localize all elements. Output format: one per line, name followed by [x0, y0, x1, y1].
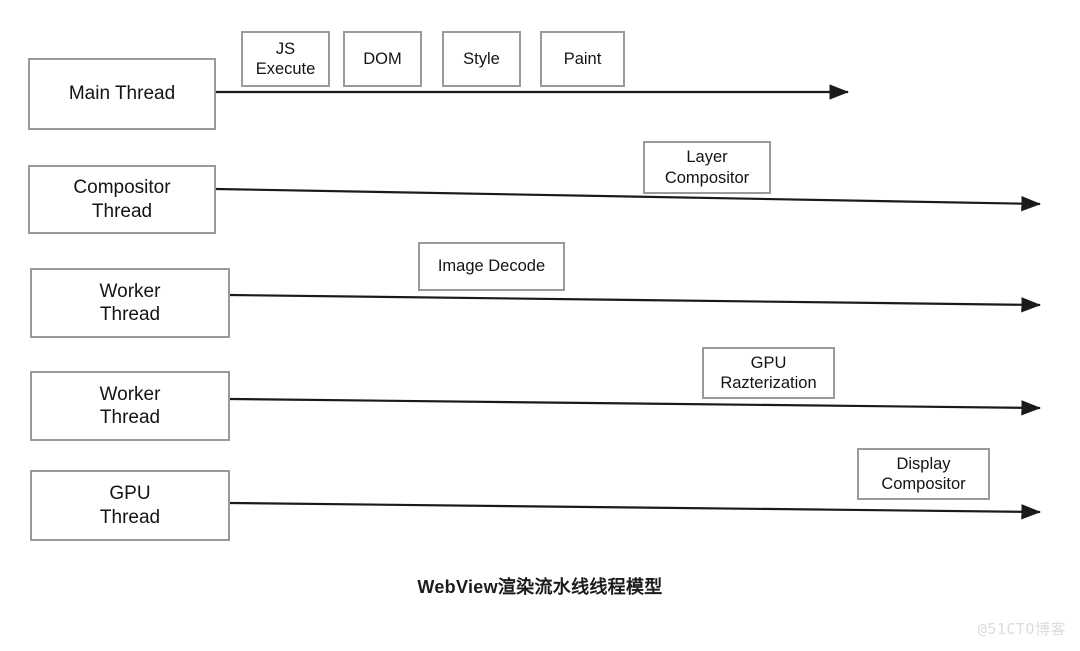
timeline-arrow-gpu-thread — [229, 501, 1042, 520]
thread-box-worker-thread-1: Worker Thread — [30, 268, 230, 338]
timeline-arrow-compositor-thread — [215, 187, 1042, 212]
thread-box-gpu-thread: GPU Thread — [30, 470, 230, 541]
thread-box-worker-thread-1-label: Worker Thread — [99, 280, 161, 325]
task-box-layer-compositor: Layer Compositor — [643, 141, 771, 194]
thread-box-worker-thread-2-label: Worker Thread — [99, 383, 161, 428]
timeline-arrow-worker-thread-1 — [229, 293, 1042, 313]
task-box-js-execute-label: JS Execute — [255, 39, 316, 78]
task-box-layer-compositor-label: Layer Compositor — [664, 148, 750, 187]
task-box-paint: Paint — [540, 31, 625, 87]
diagram-canvas: Main Thread JS Execute DOM Style Paint Compos… — [0, 0, 1080, 651]
thread-box-worker-thread-2: Worker Thread — [30, 371, 230, 441]
thread-box-gpu-thread-label: GPU Thread — [99, 483, 161, 528]
task-box-display-compositor: Display Compositor — [857, 448, 990, 500]
task-box-js-execute: JS Execute — [241, 31, 330, 87]
task-box-dom: DOM — [343, 31, 422, 87]
task-box-paint-label: Paint — [563, 49, 602, 68]
task-box-image-decode: Image Decode — [418, 242, 565, 291]
watermark: @51CTO博客 — [977, 620, 1066, 638]
task-box-display-compositor-label: Display Compositor — [881, 454, 966, 493]
task-box-style: Style — [442, 31, 521, 87]
timeline-arrow-worker-thread-2 — [229, 397, 1042, 416]
task-box-gpu-razterization: GPU Razterization — [702, 347, 835, 399]
task-box-style-label: Style — [463, 49, 500, 68]
thread-box-compositor-thread-label: Compositor Thread — [73, 177, 171, 222]
task-box-gpu-razterization-label: GPU Razterization — [720, 353, 817, 392]
thread-box-compositor-thread: Compositor Thread — [28, 165, 216, 234]
task-box-dom-label: DOM — [363, 49, 402, 68]
thread-box-main-thread-label: Main Thread — [68, 83, 176, 105]
thread-box-main-thread: Main Thread — [28, 58, 216, 130]
diagram-caption: WebView渲染流水线线程模型 — [417, 577, 663, 597]
task-box-image-decode-label: Image Decode — [437, 257, 546, 276]
